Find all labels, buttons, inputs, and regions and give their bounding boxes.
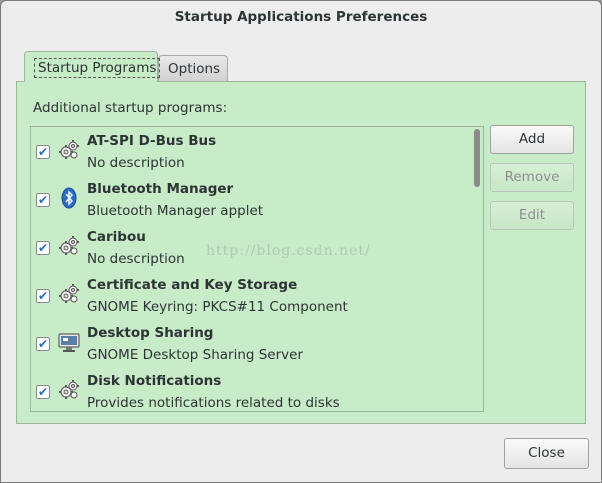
program-description: No description: [87, 251, 185, 267]
enabled-checkbox[interactable]: ✔: [36, 145, 50, 159]
bluetooth-icon: [58, 187, 80, 209]
program-description: Bluetooth Manager applet: [87, 203, 264, 219]
startup-applications-window: Startup Applications Preferences Startup…: [0, 0, 602, 483]
tab-startup-programs-label: Startup Programs: [34, 58, 161, 78]
startup-programs-list[interactable]: ✔ AT-SPI D-Bus Bus No description ✔ Bluetoot…: [30, 126, 484, 412]
list-item[interactable]: ✔ Disk Notifications Provides notification…: [31, 369, 471, 411]
tab-options-label: Options: [168, 61, 221, 77]
remove-button[interactable]: Remove: [490, 163, 574, 192]
enabled-checkbox[interactable]: ✔: [36, 289, 50, 303]
watermark-text: http://blog.csdn.net/: [206, 243, 371, 259]
list-item[interactable]: ✔ Bluetooth Manager Bluetooth Manager appl…: [31, 177, 471, 225]
edit-button[interactable]: Edit: [490, 201, 574, 230]
enabled-checkbox[interactable]: ✔: [36, 337, 50, 351]
program-name: AT-SPI D-Bus Bus: [87, 133, 217, 149]
list-scrollbar[interactable]: [473, 129, 481, 409]
program-name: Disk Notifications: [87, 373, 222, 389]
program-description: Provides notifications related to disks: [87, 395, 340, 411]
program-name: Certificate and Key Storage: [87, 277, 298, 293]
gears-icon: [58, 283, 80, 305]
enabled-checkbox[interactable]: ✔: [36, 193, 50, 207]
program-description: GNOME Keyring: PKCS#11 Component: [87, 299, 348, 315]
add-button[interactable]: Add: [490, 125, 574, 154]
list-item[interactable]: ✔ Desktop Sharing GNOME Desktop Sharing Se…: [31, 321, 471, 369]
monitor-icon: [58, 331, 80, 353]
scrollbar-thumb[interactable]: [474, 129, 480, 187]
gears-icon: [58, 235, 80, 257]
window-title: Startup Applications Preferences: [174, 9, 428, 25]
program-description: GNOME Desktop Sharing Server: [87, 347, 304, 363]
panel-label: Additional startup programs:: [33, 100, 228, 116]
gears-icon: [58, 379, 80, 401]
program-name: Caribou: [87, 229, 146, 245]
list-item[interactable]: ✔ AT-SPI D-Bus Bus No description: [31, 129, 471, 177]
program-description: No description: [87, 155, 185, 171]
enabled-checkbox[interactable]: ✔: [36, 385, 50, 399]
program-name: Desktop Sharing: [87, 325, 214, 341]
close-button[interactable]: Close: [504, 438, 589, 469]
tab-startup-programs[interactable]: Startup Programs: [24, 51, 161, 82]
program-name: Bluetooth Manager: [87, 181, 234, 197]
list-item[interactable]: ✔ Certificate and Key Storage GNOME Keyrin…: [31, 273, 471, 321]
gears-icon: [58, 139, 80, 161]
tab-options[interactable]: Options: [158, 55, 228, 81]
enabled-checkbox[interactable]: ✔: [36, 241, 50, 255]
